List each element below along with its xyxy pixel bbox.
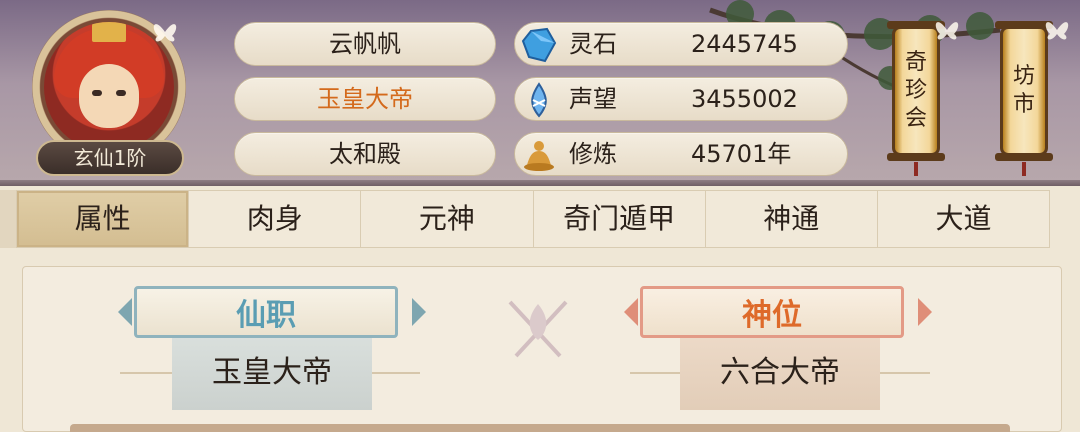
stat-label: 修炼	[569, 140, 617, 168]
butterfly-icon	[935, 22, 959, 40]
stat-value: 2445745	[691, 30, 798, 58]
stat-label: 灵石	[569, 30, 617, 58]
tab-divine-powers[interactable]: 神通	[706, 191, 878, 247]
immortal-post-value: 玉皇大帝	[172, 338, 372, 410]
shenwei-right-ornament	[918, 298, 932, 326]
stat-value: 45701年	[691, 140, 792, 168]
stat-spirit-stone: 灵石 2445745	[514, 22, 848, 66]
cultivation-icon	[524, 141, 554, 171]
rank-badge: 玄仙1阶	[36, 140, 184, 176]
spirit-stone-icon	[521, 27, 557, 63]
xianzhi-right-ornament	[412, 298, 426, 326]
xianzhi-left-ornament	[118, 298, 132, 326]
tab-attributes[interactable]: 属性	[17, 191, 190, 247]
lantern-char: 会	[904, 106, 927, 131]
crown-icon	[92, 22, 126, 42]
lantern-char: 坊	[1012, 64, 1035, 89]
tab-qimen-dunjia[interactable]: 奇门遁甲	[534, 191, 706, 247]
stat-reputation: 声望 3455002	[514, 77, 848, 121]
reputation-icon	[531, 82, 547, 118]
stat-label: 声望	[569, 85, 617, 113]
tab-spirit[interactable]: 元神	[361, 191, 534, 247]
tab-body[interactable]: 肉身	[189, 191, 362, 247]
tab-great-dao[interactable]: 大道	[878, 191, 1049, 247]
crossed-swords-icon	[508, 300, 568, 358]
tab-bar: 属性 肉身 元神 奇门遁甲 神通 大道	[16, 190, 1050, 248]
divine-rank-banner: 神位	[640, 286, 904, 338]
lantern-char: 奇	[904, 50, 927, 75]
lantern-char: 市	[1012, 92, 1035, 117]
player-title: 玉皇大帝	[234, 77, 496, 121]
butterfly-icon	[153, 24, 177, 42]
stat-cultivation: 修炼 45701年	[514, 132, 848, 176]
bottom-divider	[70, 424, 1010, 432]
player-name: 云帆帆	[234, 22, 496, 66]
player-hall: 太和殿	[234, 132, 496, 176]
shenwei-left-ornament	[624, 298, 638, 326]
lantern-char: 珍	[904, 78, 927, 103]
butterfly-icon	[1045, 22, 1069, 40]
immortal-post-banner: 仙职	[134, 286, 398, 338]
divine-rank-value: 六合大帝	[680, 338, 880, 410]
tab-bar-edge	[0, 190, 16, 248]
player-header: 玄仙1阶 云帆帆 玉皇大帝 太和殿 灵石 2445745 声望 3455002 …	[0, 0, 1080, 186]
stat-value: 3455002	[691, 85, 798, 113]
